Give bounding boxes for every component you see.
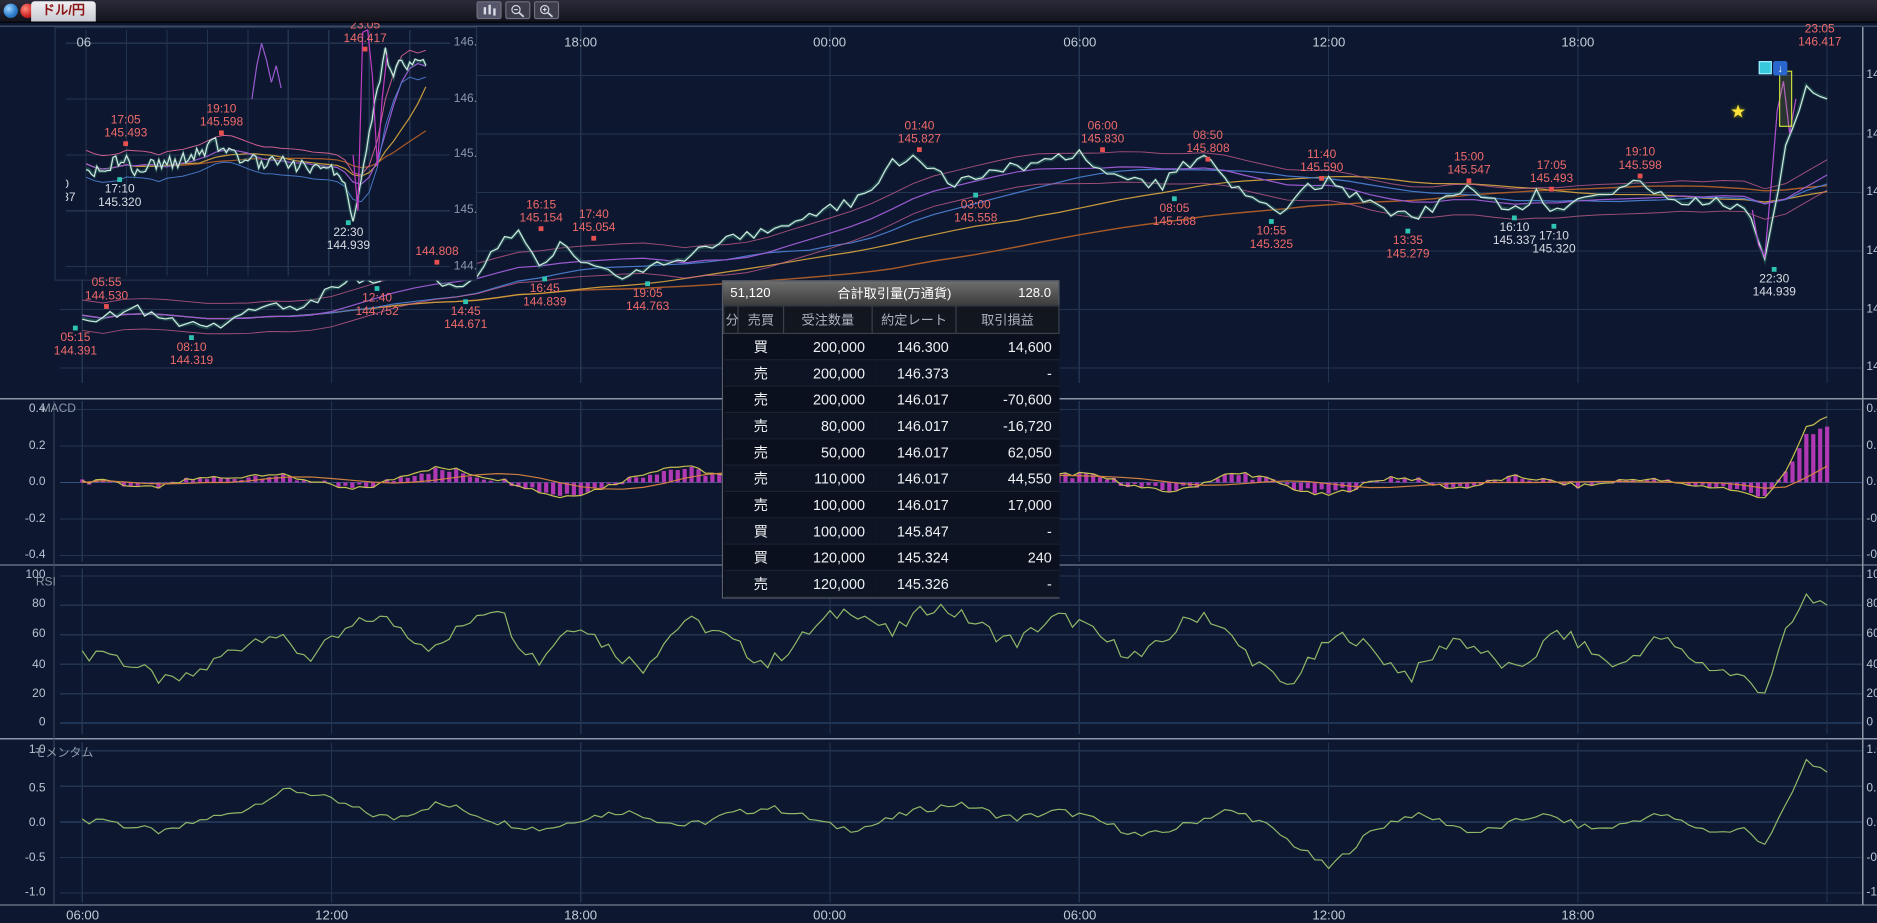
order-cell: 120,000 [784, 544, 873, 570]
order-cell: 146.300 [872, 333, 956, 359]
tab-usdjpy[interactable]: ドル/円 [31, 1, 96, 21]
order-cell [724, 412, 738, 438]
order-cell: 100,000 [784, 518, 873, 544]
order-cell: 買 [738, 333, 783, 359]
order-column-header: 受注数量 [784, 306, 873, 334]
order-cell: 売 [738, 570, 783, 596]
order-cell: 売 [738, 491, 783, 517]
order-row[interactable]: 買200,000146.30014,600 [724, 333, 1059, 359]
order-cell: 146.373 [872, 360, 956, 386]
zoom-in-button[interactable] [534, 1, 559, 19]
order-cell [724, 518, 738, 544]
order-cell: 200,000 [784, 360, 873, 386]
order-cell: 17,000 [956, 491, 1059, 517]
total-volume-value: 51,120 [730, 286, 770, 300]
chart-toolbar [476, 1, 559, 19]
order-cell: - [956, 570, 1059, 596]
order-column-header: 約定レート [872, 306, 956, 334]
order-table-title: 合計取引量(万通貨) [837, 284, 951, 303]
order-cell: 買 [738, 518, 783, 544]
order-cell: 200,000 [784, 386, 873, 412]
order-table-panel: 51,120 合計取引量(万通貨) 128.0 分売買受注数量約定レート取引損益… [722, 280, 1060, 598]
order-cell: 買 [738, 544, 783, 570]
trading-app-window: 0618:0000:0006:0012:0018:0006:0012:0018:… [0, 0, 1877, 923]
order-cell: 62,050 [956, 439, 1059, 465]
zoom-out-button[interactable] [505, 1, 530, 19]
chart-workspace: 0618:0000:0006:0012:0018:0006:0012:0018:… [0, 0, 1877, 923]
order-column-header: 売買 [738, 306, 783, 334]
order-cell [724, 333, 738, 359]
order-column-header: 取引損益 [956, 306, 1059, 334]
zoom-out-icon [510, 3, 526, 17]
order-cell: - [956, 518, 1059, 544]
order-cell [724, 570, 738, 596]
order-table-right-value: 128.0 [1018, 286, 1051, 300]
order-cell: -70,600 [956, 386, 1059, 412]
order-cell: 145.847 [872, 518, 956, 544]
order-cell: 146.017 [872, 386, 956, 412]
order-cell: 110,000 [784, 465, 873, 491]
order-cell: - [956, 360, 1059, 386]
order-cell: 145.326 [872, 570, 956, 596]
order-row[interactable]: 売100,000146.01717,000 [724, 491, 1059, 517]
order-cell: 100,000 [784, 491, 873, 517]
topbar: ドル/円 [0, 0, 1877, 23]
order-table-titlebar: 51,120 合計取引量(万通貨) 128.0 [723, 281, 1058, 305]
order-cell: 売 [738, 412, 783, 438]
order-cell: 145.324 [872, 544, 956, 570]
order-row[interactable]: 買120,000145.324240 [724, 544, 1059, 570]
order-cell: -16,720 [956, 412, 1059, 438]
zoom-in-icon [539, 3, 555, 17]
order-cell: 80,000 [784, 412, 873, 438]
order-cell: 14,600 [956, 333, 1059, 359]
momentum-panel-title: モメンタム [34, 742, 94, 760]
order-cell: 240 [956, 544, 1059, 570]
chart-type-button[interactable] [476, 1, 501, 19]
order-cell: 146.017 [872, 412, 956, 438]
order-row[interactable]: 売200,000146.017-70,600 [724, 386, 1059, 412]
order-cell: 50,000 [784, 439, 873, 465]
order-row[interactable]: 売110,000146.01744,550 [724, 465, 1059, 491]
order-column-header: 分 [724, 306, 738, 334]
order-cell: 売 [738, 439, 783, 465]
order-cell: 売 [738, 386, 783, 412]
order-cell [724, 386, 738, 412]
order-cell: 44,550 [956, 465, 1059, 491]
rsi-panel-title: RSI [36, 576, 56, 589]
candlestick-chart-icon [482, 4, 496, 17]
app-icon [4, 4, 18, 18]
order-cell [724, 465, 738, 491]
order-cell: 146.017 [872, 491, 956, 517]
order-cell: 146.017 [872, 439, 956, 465]
order-cell [724, 439, 738, 465]
order-row[interactable]: 売80,000146.017-16,720 [724, 412, 1059, 438]
order-cell [724, 360, 738, 386]
order-row[interactable]: 売120,000145.326- [724, 570, 1059, 596]
order-cell: 120,000 [784, 570, 873, 596]
order-cell [724, 491, 738, 517]
order-table: 分売買受注数量約定レート取引損益 買200,000146.30014,600売2… [723, 305, 1059, 597]
order-cell: 売 [738, 465, 783, 491]
order-row[interactable]: 売200,000146.373- [724, 360, 1059, 386]
order-row[interactable]: 売50,000146.01762,050 [724, 439, 1059, 465]
order-cell: 売 [738, 360, 783, 386]
order-cell: 200,000 [784, 333, 873, 359]
order-cell: 146.017 [872, 465, 956, 491]
order-cell [724, 544, 738, 570]
order-row[interactable]: 買100,000145.847- [724, 518, 1059, 544]
macd-panel-title: MACD [41, 402, 76, 415]
